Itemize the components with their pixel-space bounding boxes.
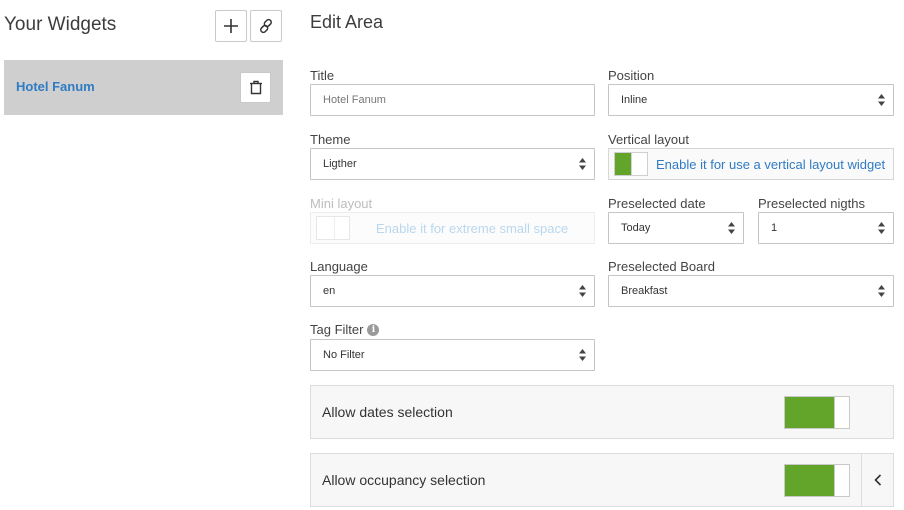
select-arrows-icon bbox=[579, 158, 586, 170]
theme-label: Theme bbox=[310, 132, 351, 147]
tag-filter-label-row: Tag Filter i bbox=[310, 322, 380, 337]
vertical-layout-switch[interactable] bbox=[614, 152, 648, 176]
theme-value: Ligther bbox=[323, 158, 357, 170]
plus-icon bbox=[224, 19, 238, 33]
select-arrows-icon bbox=[579, 285, 586, 297]
tag-filter-value: No Filter bbox=[323, 349, 365, 361]
mini-layout-switch bbox=[316, 216, 350, 240]
allow-dates-switch[interactable] bbox=[784, 396, 850, 429]
allow-occupancy-label: Allow occupancy selection bbox=[322, 472, 486, 488]
widget-name[interactable]: Hotel Fanum bbox=[16, 79, 95, 94]
allow-occupancy-switch[interactable] bbox=[784, 464, 850, 497]
tag-filter-label: Tag Filter bbox=[310, 322, 364, 337]
preselected-nights-value: 1 bbox=[771, 222, 778, 234]
vertical-layout-label: Vertical layout bbox=[608, 132, 689, 147]
select-arrows-icon bbox=[579, 349, 586, 361]
preselected-board-value: Breakfast bbox=[621, 285, 668, 297]
allow-dates-label: Allow dates selection bbox=[322, 404, 453, 420]
widget-list-item[interactable]: Hotel Fanum bbox=[4, 60, 283, 115]
preselected-board-label: Preselected Board bbox=[608, 259, 715, 274]
expand-occupancy-button[interactable] bbox=[861, 454, 894, 506]
position-value: Inline bbox=[621, 94, 648, 106]
title-label: Title bbox=[310, 68, 335, 83]
vertical-layout-toggle-box[interactable]: Enable it for use a vertical layout widg… bbox=[608, 148, 894, 180]
select-arrows-icon bbox=[728, 222, 735, 234]
preselected-board-select[interactable]: Breakfast bbox=[608, 275, 894, 307]
preselected-nights-label: Preselected nigths bbox=[758, 196, 865, 211]
position-label: Position bbox=[608, 68, 655, 83]
mini-layout-label: Mini layout bbox=[310, 196, 373, 211]
title-input-value: Hotel Fanum bbox=[323, 94, 386, 106]
link-icon bbox=[260, 18, 272, 34]
preselected-date-select[interactable]: Today bbox=[608, 212, 744, 244]
mini-layout-toggle-box: Enable it for extreme small space bbox=[310, 212, 595, 244]
tag-filter-select[interactable]: No Filter bbox=[310, 339, 595, 371]
link-widget-button[interactable] bbox=[250, 10, 282, 42]
language-select[interactable]: en bbox=[310, 275, 595, 307]
info-icon[interactable]: i bbox=[367, 323, 380, 336]
select-arrows-icon bbox=[878, 285, 885, 297]
select-arrows-icon bbox=[878, 94, 885, 106]
delete-widget-button[interactable] bbox=[240, 72, 271, 103]
title-input[interactable]: Hotel Fanum bbox=[310, 84, 595, 116]
language-value: en bbox=[323, 285, 336, 297]
widgets-title: Your Widgets bbox=[4, 14, 117, 35]
allow-dates-section: Allow dates selection bbox=[310, 385, 894, 439]
mini-layout-text: Enable it for extreme small space bbox=[376, 220, 569, 236]
allow-occupancy-section: Allow occupancy selection bbox=[310, 453, 894, 507]
position-select[interactable]: Inline bbox=[608, 84, 894, 116]
select-arrows-icon bbox=[878, 222, 885, 234]
vertical-layout-text: Enable it for use a vertical layout widg… bbox=[656, 156, 886, 172]
edit-area-title: Edit Area bbox=[310, 12, 384, 32]
preselected-nights-select[interactable]: 1 bbox=[758, 212, 894, 244]
preselected-date-label: Preselected date bbox=[608, 196, 706, 211]
add-widget-button[interactable] bbox=[215, 10, 247, 42]
trash-icon bbox=[249, 80, 262, 95]
language-label: Language bbox=[310, 259, 368, 274]
chevron-left-icon bbox=[874, 474, 882, 486]
preselected-date-value: Today bbox=[621, 222, 651, 234]
theme-select[interactable]: Ligther bbox=[310, 148, 595, 180]
